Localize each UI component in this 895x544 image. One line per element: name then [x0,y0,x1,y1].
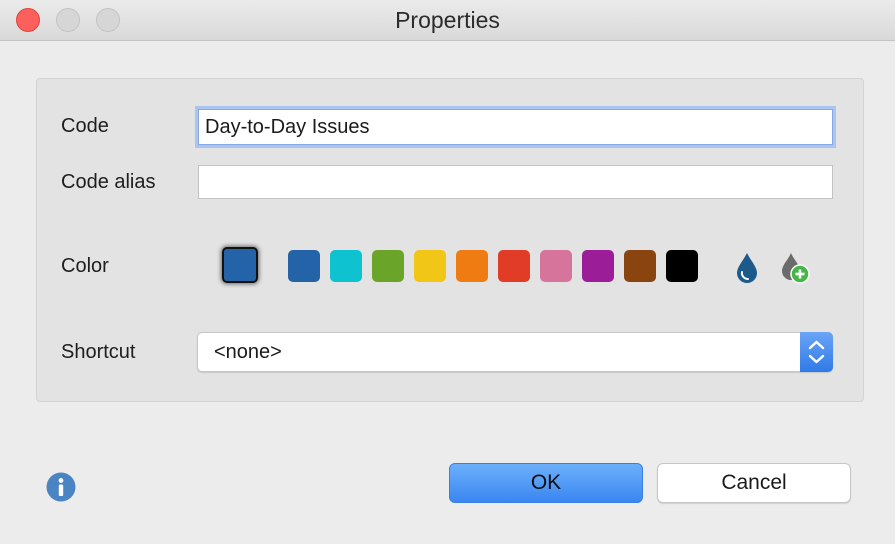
code-input[interactable]: Day-to-Day Issues [198,109,833,145]
code-label: Code [61,115,109,137]
color-swatch[interactable] [456,250,488,282]
shortcut-select[interactable]: <none> [197,332,833,372]
color-swatch[interactable] [330,250,362,282]
color-swatch[interactable] [666,250,698,282]
chevron-up-down-icon [808,340,825,364]
color-swatch[interactable] [582,250,614,282]
code-alias-input[interactable] [198,165,833,199]
color-swatch[interactable] [624,250,656,282]
selected-color-swatch[interactable] [222,247,258,283]
color-drop-icon[interactable] [730,250,764,284]
window-title: Properties [395,7,500,33]
properties-dialog: Properties Code Day-to-Day Issues Code a… [0,0,895,544]
color-swatch[interactable] [288,250,320,282]
color-label: Color [61,255,109,277]
shortcut-label: Shortcut [61,341,136,363]
color-swatch[interactable] [540,250,572,282]
code-alias-label: Code alias [61,171,156,193]
cancel-button[interactable]: Cancel [657,463,851,503]
title-bar: Properties [0,0,895,41]
color-swatch[interactable] [498,250,530,282]
info-icon[interactable] [46,472,76,502]
shortcut-selected-value: <none> [214,341,282,363]
ok-button[interactable]: OK [449,463,643,503]
add-color-drop-icon[interactable] [778,250,812,284]
select-stepper[interactable] [800,332,833,372]
color-swatch[interactable] [414,250,446,282]
color-swatch[interactable] [372,250,404,282]
